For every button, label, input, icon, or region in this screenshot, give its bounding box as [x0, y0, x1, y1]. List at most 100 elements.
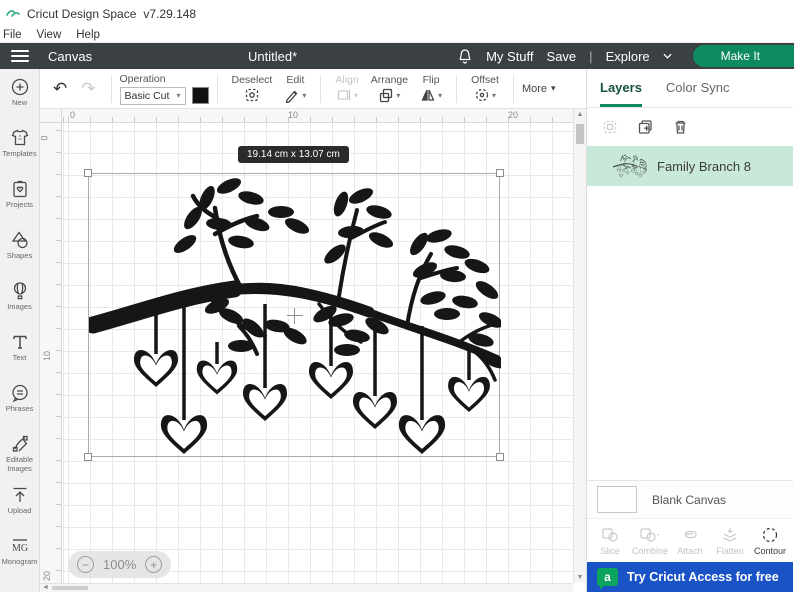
- zoom-in-button[interactable]: +: [145, 556, 162, 573]
- left-sidebar: New Templates Projects Shapes Images Tex…: [0, 69, 40, 592]
- dimension-tooltip: 19.14 cm x 13.07 cm: [238, 146, 349, 163]
- redo-button[interactable]: ↷: [74, 79, 102, 99]
- vertical-scroll-thumb[interactable]: [576, 124, 584, 144]
- my-stuff-link[interactable]: My Stuff: [486, 49, 533, 64]
- offset-button[interactable]: Offset ▾: [465, 74, 505, 104]
- horizontal-ruler: 0 10 20: [62, 109, 573, 123]
- resize-handle-top-right[interactable]: [496, 169, 504, 177]
- header-divider: |: [589, 49, 592, 64]
- chevron-down-icon[interactable]: [663, 53, 672, 59]
- arrange-button[interactable]: Arrange ▾: [365, 74, 414, 104]
- selection-center-handle: [287, 315, 303, 316]
- vertical-scrollbar[interactable]: ▲ ▼: [573, 109, 586, 583]
- arrange-layers-icon: [378, 87, 394, 103]
- document-title[interactable]: Untitled*: [248, 49, 297, 64]
- flip-icon: [420, 87, 436, 103]
- delete-layer-button[interactable]: [673, 119, 688, 135]
- duplicate-layer-button[interactable]: [637, 119, 654, 135]
- menu-help[interactable]: Help: [76, 29, 100, 41]
- group-select-button[interactable]: [602, 119, 618, 135]
- selection-center-handle: [294, 308, 295, 324]
- operation-select[interactable]: Basic Cut▾: [120, 87, 186, 105]
- sidebar-item-phrases[interactable]: Phrases: [0, 383, 40, 434]
- caret-down-icon: ▾: [396, 91, 400, 100]
- save-link[interactable]: Save: [547, 49, 577, 64]
- undo-button[interactable]: ↶: [46, 79, 74, 99]
- layers-empty-space: [587, 186, 793, 480]
- paperclip-icon: [680, 526, 700, 544]
- selection-bounding-box[interactable]: [88, 173, 500, 457]
- sidebar-item-monogram[interactable]: MG Monogram: [0, 536, 40, 587]
- speech-bubble-icon: [10, 383, 30, 403]
- flip-button[interactable]: Flip ▾: [414, 74, 448, 104]
- deselect-button[interactable]: Deselect: [226, 74, 279, 104]
- color-swatch[interactable]: [192, 87, 209, 104]
- app-version: v7.29.148: [143, 7, 196, 21]
- slice-button[interactable]: Slice: [590, 521, 630, 560]
- edit-button[interactable]: Edit ▾: [278, 74, 312, 104]
- sidebar-item-new[interactable]: New: [0, 77, 40, 128]
- design-family-branch[interactable]: [89, 174, 501, 458]
- scroll-up-icon[interactable]: ▲: [574, 111, 586, 118]
- more-button[interactable]: More▾: [522, 83, 556, 95]
- horizontal-scrollbar[interactable]: ◄: [40, 583, 573, 592]
- blank-canvas-row[interactable]: Blank Canvas: [587, 480, 793, 518]
- resize-handle-bottom-right[interactable]: [496, 453, 504, 461]
- vector-pen-icon: [10, 434, 30, 454]
- layer-name: Family Branch 8: [657, 159, 751, 174]
- resize-handle-top-left[interactable]: [84, 169, 92, 177]
- operation-label: Operation: [120, 73, 209, 85]
- explore-menu[interactable]: Explore: [606, 49, 650, 64]
- canvas-viewport[interactable]: 0 10 20 0 10 20 19.14 cm x 13.07 cm: [40, 109, 586, 592]
- cricut-access-banner[interactable]: a Try Cricut Access for free: [587, 562, 793, 592]
- hamburger-menu-icon[interactable]: [0, 43, 40, 69]
- menu-view[interactable]: View: [37, 29, 62, 41]
- hot-air-balloon-icon: [10, 281, 30, 301]
- cricut-logo-icon: [6, 8, 20, 20]
- sidebar-item-editable-images[interactable]: Editable Images: [0, 434, 40, 485]
- layer-row-family-branch[interactable]: Family Branch 8: [587, 146, 793, 186]
- layer-tools: [587, 108, 793, 146]
- cricut-access-icon: a: [597, 568, 618, 586]
- make-it-button[interactable]: Make It: [693, 45, 794, 67]
- horizontal-scroll-thumb[interactable]: [52, 586, 88, 590]
- zoom-out-button[interactable]: −: [77, 556, 94, 573]
- caret-down-icon: ▾: [176, 91, 180, 100]
- contour-icon: [760, 526, 780, 544]
- flatten-icon: [720, 526, 740, 544]
- sidebar-item-templates[interactable]: Templates: [0, 128, 40, 179]
- blank-canvas-label: Blank Canvas: [652, 493, 726, 507]
- sidebar-item-shapes[interactable]: Shapes: [0, 230, 40, 281]
- tab-layers[interactable]: Layers: [600, 80, 642, 107]
- flatten-button[interactable]: Flatten: [710, 521, 750, 560]
- notifications-bell-icon[interactable]: [457, 48, 473, 65]
- text-icon: [10, 332, 30, 352]
- vertical-ruler: 0 10 20: [40, 123, 62, 583]
- caret-down-icon: ▾: [551, 83, 556, 94]
- shapes-icon: [10, 230, 30, 250]
- ruler-corner: [40, 109, 62, 123]
- align-button[interactable]: Align ▾: [329, 74, 364, 104]
- combine-button[interactable]: Combine: [630, 521, 670, 560]
- sidebar-item-upload[interactable]: Upload: [0, 485, 40, 536]
- edit-toolbar: ↶ ↷ Operation Basic Cut▾ Deselect Edit ▾: [40, 69, 586, 109]
- menu-file[interactable]: File: [3, 29, 22, 41]
- sidebar-item-projects[interactable]: Projects: [0, 179, 40, 230]
- attach-button[interactable]: Attach: [670, 521, 710, 560]
- slice-icon: [600, 526, 620, 544]
- tab-color-sync[interactable]: Color Sync: [666, 80, 730, 107]
- plus-circle-icon: [10, 77, 30, 97]
- app-title: Cricut Design Space: [27, 7, 136, 21]
- caret-down-icon: ▾: [354, 91, 358, 100]
- canvas-breadcrumb[interactable]: Canvas: [48, 49, 92, 64]
- resize-handle-bottom-left[interactable]: [84, 453, 92, 461]
- sidebar-item-images[interactable]: Images: [0, 281, 40, 332]
- window-titlebar: Cricut Design Space v7.29.148: [0, 0, 794, 28]
- clipboard-heart-icon: [10, 179, 30, 199]
- caret-down-icon: ▾: [302, 91, 306, 100]
- layer-thumbnail: [613, 154, 647, 178]
- scroll-down-icon[interactable]: ▼: [574, 574, 586, 581]
- scroll-left-icon[interactable]: ◄: [42, 584, 49, 591]
- contour-button[interactable]: Contour: [750, 521, 790, 560]
- sidebar-item-text[interactable]: Text: [0, 332, 40, 383]
